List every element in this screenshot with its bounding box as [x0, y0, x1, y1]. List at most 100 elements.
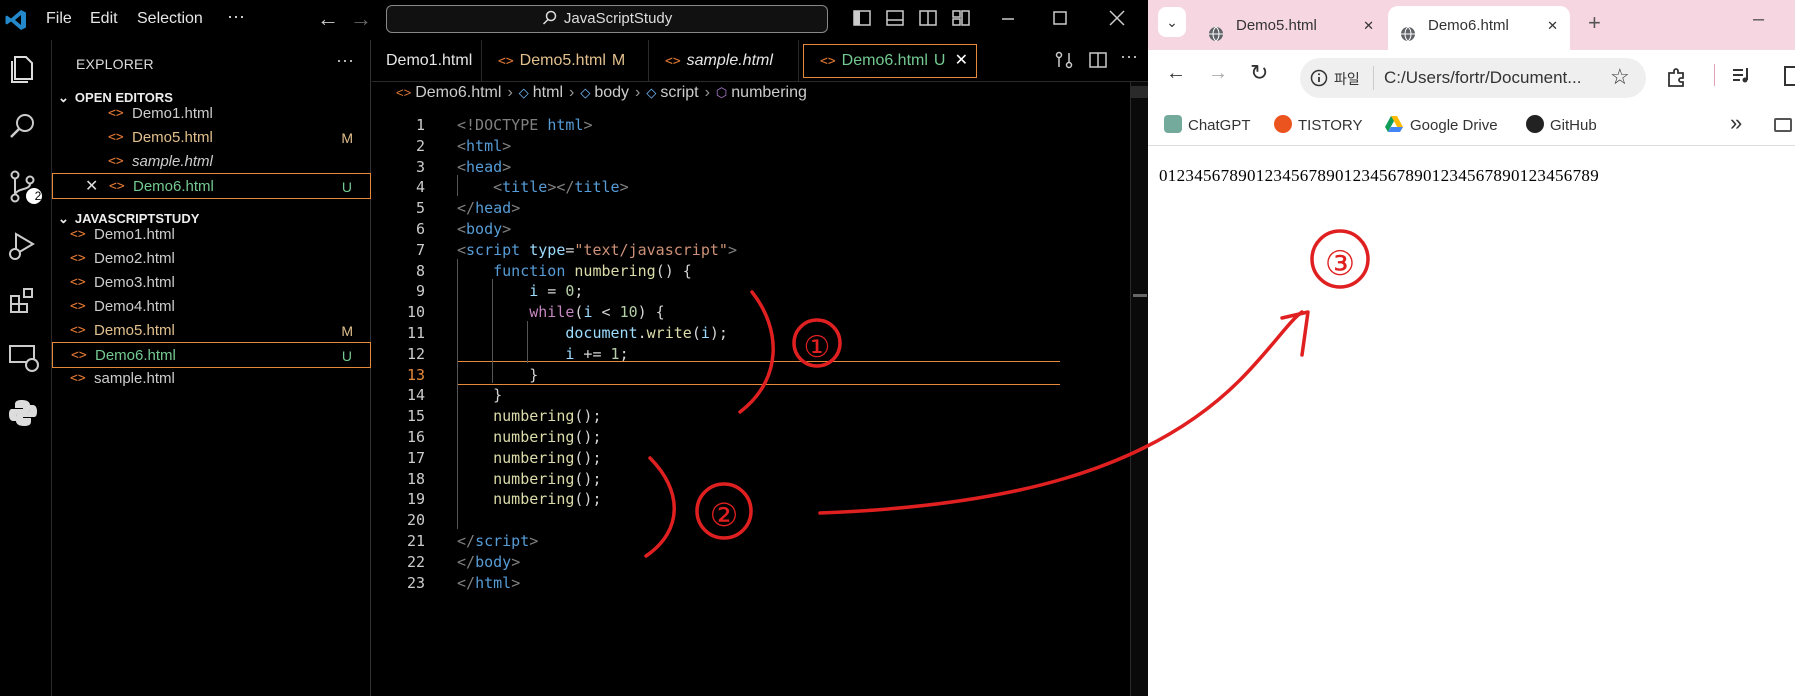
- url-text[interactable]: C:/Users/fortr/Document...: [1384, 68, 1581, 88]
- code-token: title: [574, 178, 620, 197]
- html-file-icon: <>: [70, 251, 86, 266]
- browser-tab-demo6[interactable]: Demo6.html ✕: [1388, 6, 1570, 50]
- search-icon: [542, 10, 556, 25]
- back-arrow-icon[interactable]: ←: [317, 6, 339, 32]
- code-token: ></: [547, 178, 575, 197]
- browser-tab-close-icon[interactable]: ✕: [1363, 6, 1374, 46]
- remote-explorer-icon[interactable]: [6, 340, 42, 376]
- editor-tab[interactable]: <> sample.html: [649, 40, 799, 82]
- browser-forward-icon[interactable]: →: [1208, 62, 1228, 85]
- close-window-icon[interactable]: [1107, 8, 1131, 32]
- breadcrumb-item[interactable]: ◇ html: [519, 84, 563, 101]
- command-center[interactable]: JavaScriptStudy: [386, 5, 828, 33]
- code-token: script: [466, 240, 521, 259]
- maximize-icon[interactable]: [1050, 8, 1074, 32]
- extensions-puzzle-icon[interactable]: [1666, 66, 1688, 93]
- site-info-chip[interactable]: 파일: [1334, 69, 1360, 89]
- run-debug-icon[interactable]: [6, 228, 42, 264]
- browser-back-icon[interactable]: ←: [1166, 62, 1186, 85]
- editor-scrollbar[interactable]: [1130, 82, 1148, 696]
- editor-more-icon[interactable]: ···: [1120, 46, 1142, 68]
- indent-guide: [527, 321, 528, 363]
- file-tree-item[interactable]: <> Demo4.html: [52, 294, 371, 320]
- code-token: </: [457, 552, 476, 571]
- toggle-panel-icon[interactable]: [885, 8, 909, 32]
- menu-more[interactable]: ···: [227, 6, 245, 27]
- file-tree-item[interactable]: <> Demo6.html U: [52, 342, 371, 368]
- side-panel-icon[interactable]: [1784, 66, 1795, 86]
- bookmark-github[interactable]: GitHub: [1526, 115, 1597, 134]
- toggle-sidebar-icon[interactable]: [852, 8, 876, 32]
- html-file-icon: <>: [109, 179, 125, 194]
- open-editor-item[interactable]: ✕ <> Demo6.html U: [52, 173, 371, 199]
- close-icon[interactable]: ✕: [85, 174, 98, 200]
- tab-label: sample.html: [686, 52, 773, 69]
- code-line[interactable]: 23 </html>: [372, 571, 1148, 595]
- bookmark-tistory[interactable]: TISTORY: [1274, 115, 1362, 134]
- all-bookmarks-folder-icon[interactable]: [1774, 118, 1792, 132]
- new-tab-icon[interactable]: +: [1588, 10, 1601, 36]
- editor-tab[interactable]: Demo1.html: [372, 40, 482, 82]
- code-token: </: [457, 199, 476, 218]
- menu-edit[interactable]: Edit: [90, 10, 118, 28]
- breadcrumb-item[interactable]: ◇ body: [580, 84, 629, 101]
- html-file-icon: <>: [108, 154, 124, 169]
- split-editor-icon[interactable]: [1088, 50, 1110, 72]
- bookmark-google-drive[interactable]: Google Drive: [1384, 115, 1498, 134]
- forward-arrow-icon[interactable]: →: [350, 6, 372, 32]
- file-tree-item[interactable]: <> Demo3.html: [52, 270, 371, 296]
- file-tree-item[interactable]: <> Demo5.html M: [52, 318, 371, 344]
- html-file-icon: <>: [108, 130, 124, 145]
- breadcrumb-item[interactable]: <> Demo6.html: [396, 84, 501, 101]
- editor-tab[interactable]: <> Demo5.html M: [482, 40, 649, 82]
- file-tree-item[interactable]: <> sample.html: [52, 366, 371, 392]
- tab-git-badge: U: [933, 52, 946, 69]
- address-bar[interactable]: 파일 C:/Users/fortr/Document... ☆: [1300, 58, 1646, 98]
- code-token: 10: [619, 303, 638, 322]
- customize-layout-icon[interactable]: [951, 8, 975, 32]
- open-editor-item[interactable]: <> Demo1.html: [52, 101, 371, 127]
- bookmark-chatgpt[interactable]: ChatGPT: [1164, 115, 1251, 134]
- python-icon[interactable]: [6, 396, 42, 432]
- breadcrumb-item[interactable]: ⬡ numbering: [716, 84, 807, 101]
- minimap-slider[interactable]: [1131, 86, 1148, 98]
- code-token: >: [583, 116, 593, 134]
- explorer-sidebar: EXPLORER ··· ⌄ OPEN EDITORS <> Demo1.html <…: [52, 40, 371, 696]
- code-token: >: [727, 240, 737, 259]
- breadcrumb-label: script: [660, 84, 699, 101]
- extensions-icon[interactable]: [6, 284, 42, 320]
- bookmarks-overflow-icon[interactable]: »: [1730, 110, 1742, 136]
- editor-tab[interactable]: <> Demo6.html U ✕: [803, 44, 977, 78]
- open-editor-item[interactable]: <> sample.html: [52, 149, 371, 175]
- menu-selection[interactable]: Selection: [137, 10, 203, 28]
- search-icon[interactable]: [6, 110, 42, 146]
- browser-tab-demo5[interactable]: Demo5.html ✕: [1196, 6, 1380, 50]
- breadcrumb-item[interactable]: ◇ script: [646, 84, 698, 101]
- media-controls-icon[interactable]: [1731, 65, 1753, 92]
- minimize-icon[interactable]: [998, 8, 1022, 32]
- code-token: >: [502, 220, 512, 238]
- reload-icon[interactable]: ↻: [1250, 60, 1268, 86]
- title-bar: File Edit Selection ··· ← → JavaScriptSt…: [0, 0, 1148, 40]
- git-status-badge: U: [341, 179, 352, 195]
- open-editor-item[interactable]: <> Demo5.html M: [52, 125, 371, 151]
- explorer-icon[interactable]: [6, 52, 42, 88]
- file-tree-item[interactable]: <> Demo2.html: [52, 246, 371, 272]
- menu-file[interactable]: File: [46, 10, 72, 28]
- toggle-secondary-sidebar-icon[interactable]: [918, 8, 942, 32]
- tab-close-icon[interactable]: ✕: [955, 45, 968, 77]
- html-file-icon: <>: [70, 227, 86, 242]
- explorer-more-icon[interactable]: ···: [336, 50, 354, 71]
- source-control-icon[interactable]: 2: [6, 168, 42, 204]
- bookmark-star-icon[interactable]: ☆: [1610, 64, 1630, 90]
- compare-changes-icon[interactable]: [1054, 50, 1076, 72]
- html-file-icon: <>: [108, 106, 124, 121]
- file-tree-item[interactable]: <> Demo1.html: [52, 222, 371, 248]
- browser-minimize-icon[interactable]: –: [1753, 8, 1764, 31]
- code-token: numbering: [493, 490, 575, 509]
- browser-tab-close-icon[interactable]: ✕: [1547, 6, 1558, 46]
- tab-search-chevron-icon[interactable]: ⌄: [1158, 7, 1186, 37]
